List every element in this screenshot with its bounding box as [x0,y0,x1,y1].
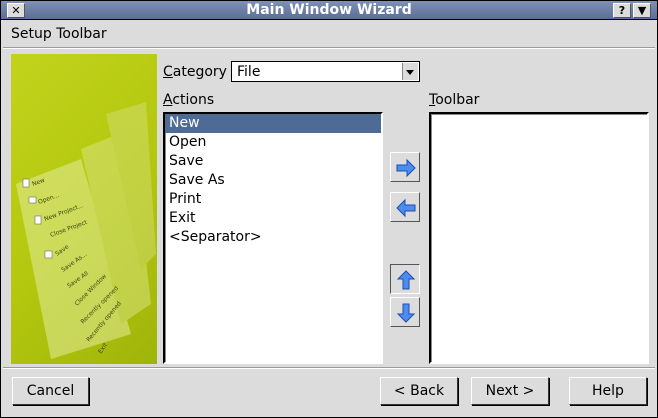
list-item[interactable]: Save As [165,171,381,190]
help-icon[interactable]: ? [613,3,631,18]
actions-label: Actions [163,92,215,108]
arrow-right-icon [396,158,416,178]
chevron-down-icon[interactable] [402,63,418,80]
list-item[interactable]: Print [165,190,381,209]
menu-art-image: New Open... New Project... Close Project… [16,102,156,359]
arrow-down-icon [396,303,416,323]
toolbar-label: Toolbar [429,92,480,108]
footer-divider [3,367,655,369]
list-item[interactable]: New [165,114,381,133]
list-item[interactable]: <Separator> [165,228,381,247]
list-item[interactable]: Open [165,133,381,152]
wizard-illustration: New Open... New Project... Close Project… [11,54,157,364]
back-button[interactable]: < Back [380,377,458,405]
category-select[interactable]: File [231,61,420,82]
arrow-up-icon [396,270,416,290]
page-title: Setup Toolbar [11,26,107,42]
list-item[interactable]: Exit [165,209,381,228]
remove-from-toolbar-button[interactable] [390,192,420,222]
category-label: Category [163,64,227,80]
help-button[interactable]: Help [569,377,647,405]
actions-list[interactable]: New Open Save Save As Print Exit <Separator> [163,112,383,364]
arrow-left-icon [396,198,416,218]
move-up-button[interactable] [390,264,420,294]
cancel-button[interactable]: Cancel [12,377,89,405]
header-divider [3,47,655,49]
add-to-toolbar-button[interactable] [390,152,420,182]
list-item[interactable]: Save [165,152,381,171]
wizard-window: ✕ Main Window Wizard ? ▼ Setup Toolbar N… [0,0,658,418]
category-value: File [237,64,261,80]
title-bar[interactable]: ✕ Main Window Wizard ? ▼ [1,1,657,20]
next-button[interactable]: Next > [471,377,549,405]
shade-icon[interactable]: ▼ [633,3,651,18]
window-title: Main Window Wizard [246,2,412,18]
move-down-button[interactable] [390,297,420,327]
toolbar-list[interactable] [429,112,649,364]
